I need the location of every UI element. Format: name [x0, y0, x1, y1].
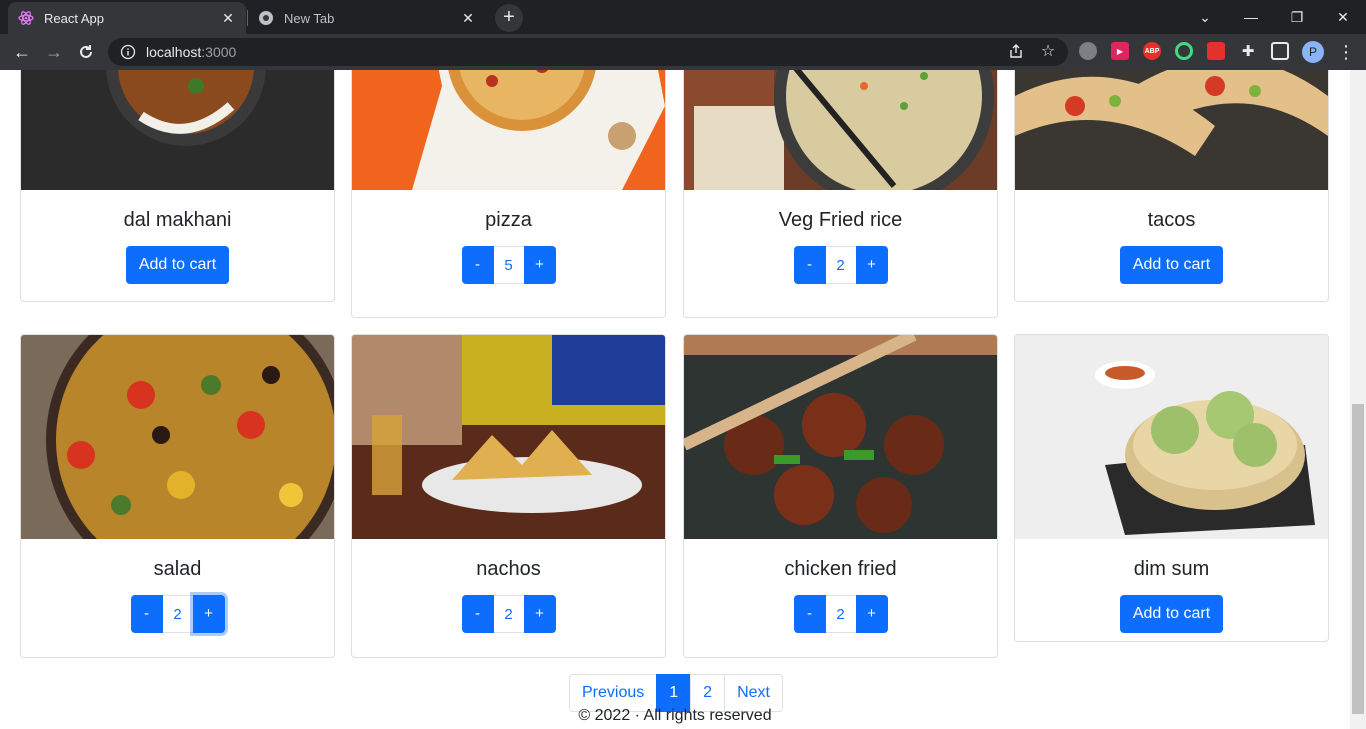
address-bar[interactable]: localhost:3000 [108, 38, 1068, 66]
restore-icon[interactable]: ❐ [1274, 0, 1320, 34]
tab-title: React App [44, 10, 104, 26]
product-card: nachos - 2 + [351, 334, 666, 658]
increase-button[interactable]: + [523, 595, 556, 633]
tab-search-icon[interactable]: ⌄ [1182, 0, 1228, 34]
forward-icon[interactable]: → [40, 38, 68, 66]
quantity-stepper: - 2 + [793, 246, 888, 284]
video-extension-icon[interactable]: ▶ [1111, 42, 1129, 60]
increase-button[interactable]: + [523, 246, 556, 284]
decrease-button[interactable]: - [793, 246, 826, 284]
product-card: Veg Fried rice - 2 + [683, 70, 998, 318]
product-name: chicken fried [784, 558, 897, 580]
chrome-icon [258, 10, 274, 26]
add-to-cart-button[interactable]: Add to cart [1119, 595, 1224, 633]
quantity-value: 2 [162, 595, 193, 633]
product-image [21, 70, 334, 190]
quantity-value: 2 [825, 246, 856, 284]
add-to-cart-button[interactable]: Add to cart [1119, 246, 1224, 284]
new-tab-button[interactable]: + [495, 4, 523, 32]
product-card: tacos Add to cart [1014, 70, 1329, 302]
product-card: pizza - 5 + [351, 70, 666, 318]
close-icon[interactable]: ✕ [220, 10, 236, 26]
kebab-menu-icon[interactable]: ⋮ [1332, 38, 1360, 66]
increase-button[interactable]: + [855, 595, 888, 633]
quantity-value: 2 [825, 595, 856, 633]
quantity-stepper: - 2 + [793, 595, 888, 633]
avatar[interactable]: P [1302, 41, 1324, 63]
reload-icon[interactable] [72, 38, 100, 66]
product-image [684, 335, 997, 539]
product-image [684, 70, 997, 190]
extension-icon[interactable] [1175, 42, 1193, 60]
page-viewport: dal makhani Add to cart pizza - 5 + Veg … [0, 70, 1350, 729]
add-to-cart-button[interactable]: Add to cart [125, 246, 230, 284]
side-panel-icon[interactable] [1271, 42, 1289, 60]
extension-icon[interactable] [1207, 42, 1225, 60]
product-name: Veg Fried rice [778, 209, 903, 231]
share-icon[interactable] [1004, 39, 1028, 63]
info-icon[interactable] [120, 44, 136, 60]
decrease-button[interactable]: - [130, 595, 163, 633]
url-port: :3000 [201, 44, 237, 60]
product-card: salad - 2 + [20, 334, 335, 658]
react-icon [18, 10, 34, 26]
back-icon[interactable]: ← [8, 38, 36, 66]
adblock-icon[interactable]: ABP [1143, 42, 1161, 60]
product-image [352, 70, 665, 190]
decrease-button[interactable]: - [461, 595, 494, 633]
quantity-stepper: - 2 + [130, 595, 225, 633]
url-host: localhost [146, 44, 202, 60]
footer-copyright: © 2022 · All rights reserved [578, 707, 772, 724]
product-name: tacos [1147, 209, 1196, 231]
tab-title: New Tab [284, 10, 335, 26]
product-name: dal makhani [123, 209, 232, 231]
quantity-stepper: - 5 + [461, 246, 556, 284]
product-image [21, 335, 334, 539]
quantity-stepper: - 2 + [461, 595, 556, 633]
extension-icon[interactable] [1079, 42, 1097, 60]
product-image [1015, 70, 1328, 190]
tab-react-app[interactable]: React App ✕ [8, 2, 246, 34]
quantity-value: 5 [493, 246, 524, 284]
bookmark-star-icon[interactable]: ☆ [1036, 39, 1060, 63]
increase-button[interactable]: + [855, 246, 888, 284]
product-name: nachos [476, 558, 541, 580]
product-card: chicken fried - 2 + [683, 334, 998, 658]
product-card: dal makhani Add to cart [20, 70, 335, 302]
decrease-button[interactable]: - [793, 595, 826, 633]
decrease-button[interactable]: - [461, 246, 494, 284]
window-close-icon[interactable]: ✕ [1320, 0, 1366, 34]
product-name: pizza [485, 209, 532, 231]
product-card: dim sum Add to cart [1014, 334, 1329, 642]
quantity-value: 2 [493, 595, 524, 633]
close-icon[interactable]: ✕ [460, 10, 476, 26]
product-name: dim sum [1133, 558, 1210, 580]
increase-button[interactable]: + [192, 595, 225, 633]
product-name: salad [153, 558, 202, 580]
product-image [1015, 335, 1328, 539]
browser-toolbar: ← → localhost:3000 ☆ ▶ ABP ✚ P ⋮ [0, 34, 1366, 70]
tab-new-tab[interactable]: New Tab ✕ [248, 2, 486, 34]
browser-tab-bar: React App ✕ New Tab ✕ + ⌄ — ❐ ✕ [0, 0, 1366, 34]
product-image [352, 335, 665, 539]
scrollbar-thumb[interactable] [1352, 404, 1364, 714]
puzzle-icon[interactable]: ✚ [1239, 42, 1257, 60]
minimize-icon[interactable]: — [1228, 0, 1274, 34]
